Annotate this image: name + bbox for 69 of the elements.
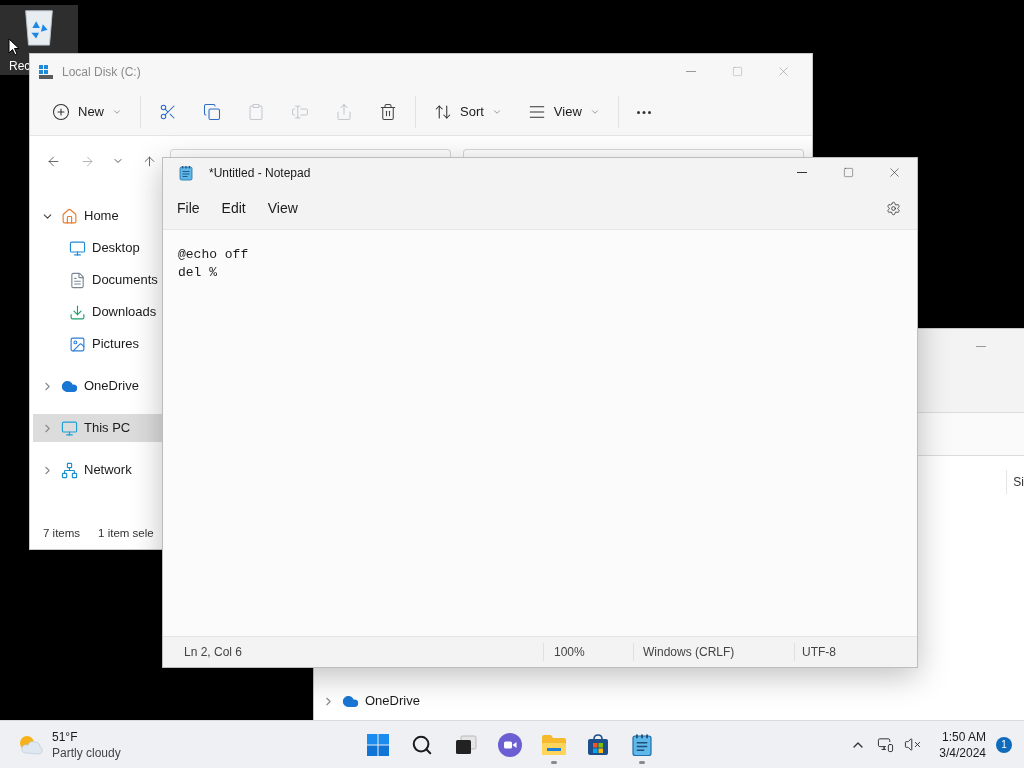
trash-icon: [379, 103, 397, 121]
weather-widget[interactable]: 51°F Partly cloudy: [0, 728, 330, 761]
nav-item[interactable]: Documents: [33, 266, 162, 294]
monitor-icon: [61, 419, 78, 437]
more-icon: [636, 110, 651, 114]
clipboard-icon: [247, 103, 265, 121]
cursor-position: Ln 2, Col 6: [183, 644, 244, 661]
nav-item[interactable]: OneDrive: [322, 688, 1007, 714]
temperature: 51°F: [52, 728, 79, 745]
nav-item[interactable]: Pictures: [33, 330, 162, 358]
column-header[interactable]: Si: [1006, 470, 1024, 494]
task-view-icon: [455, 734, 477, 755]
copy-icon: [203, 103, 221, 121]
share-icon: [335, 103, 353, 121]
weather-condition: Partly cloudy: [52, 744, 121, 761]
new-button[interactable]: New: [40, 94, 134, 130]
nav-item[interactable]: Network: [33, 456, 162, 484]
drive-icon: [38, 63, 54, 80]
window-title: *Untitled - Notepad: [209, 164, 311, 182]
monitor-icon: [69, 239, 86, 257]
settings-icon: [885, 200, 901, 216]
arrow-right-icon: [79, 153, 95, 169]
text-editor[interactable]: @echo off del %: [163, 229, 917, 637]
windows-logo-icon: [366, 732, 390, 757]
nav-item[interactable]: Desktop: [33, 234, 162, 262]
caret-icon: [491, 107, 502, 117]
notification-badge[interactable]: 1: [996, 736, 1012, 753]
store-bag-icon: [587, 733, 609, 756]
minimize-icon: [686, 71, 696, 72]
view-button[interactable]: View: [515, 94, 612, 130]
scissors-icon: [159, 103, 177, 121]
lines-icon: [527, 103, 546, 121]
clock[interactable]: 1:50 AM 3/4/2024: [939, 728, 986, 761]
notepad-icon: [178, 164, 194, 181]
text-cursor-icon: [291, 103, 309, 121]
download-icon: [69, 303, 86, 321]
notepad-icon: [630, 732, 654, 757]
plus-circle-icon: [52, 103, 70, 121]
encoding: UTF-8: [794, 643, 836, 661]
volume-muted-icon[interactable]: [904, 736, 922, 753]
maximize-icon: [731, 66, 743, 77]
nav-item[interactable]: Home: [33, 202, 162, 230]
zoom-level: 100%: [543, 643, 633, 661]
nav-item[interactable]: OneDrive: [33, 372, 162, 400]
menu-item[interactable]: Edit: [212, 193, 255, 223]
minimize-icon: [976, 345, 986, 347]
chat-icon: [498, 732, 522, 757]
status-text: 1 item sele: [98, 526, 154, 542]
line-ending-type: Windows (CRLF): [633, 643, 794, 661]
network-icon: [61, 461, 78, 479]
menu-item[interactable]: File: [168, 193, 209, 223]
caret-icon: [589, 107, 600, 117]
status-text: 7 items: [43, 526, 81, 542]
cursor-icon: [8, 38, 20, 56]
network-status-icon[interactable]: [877, 736, 895, 753]
home-icon: [61, 207, 78, 225]
editor-text: @echo off del %: [178, 246, 249, 282]
document-icon: [69, 271, 86, 289]
sort-arrows-icon: [434, 103, 452, 121]
folder-icon: [541, 733, 567, 756]
picture-icon: [69, 335, 86, 353]
sort-button[interactable]: Sort: [422, 94, 514, 130]
maximize-icon: [842, 167, 854, 178]
menu-item[interactable]: View: [258, 193, 307, 223]
nav-item[interactable]: This PC: [33, 414, 162, 442]
search-icon: [411, 733, 433, 756]
minimize-icon: [797, 172, 807, 173]
caret-icon: [112, 107, 122, 117]
nav-item[interactable]: Downloads: [33, 298, 162, 326]
